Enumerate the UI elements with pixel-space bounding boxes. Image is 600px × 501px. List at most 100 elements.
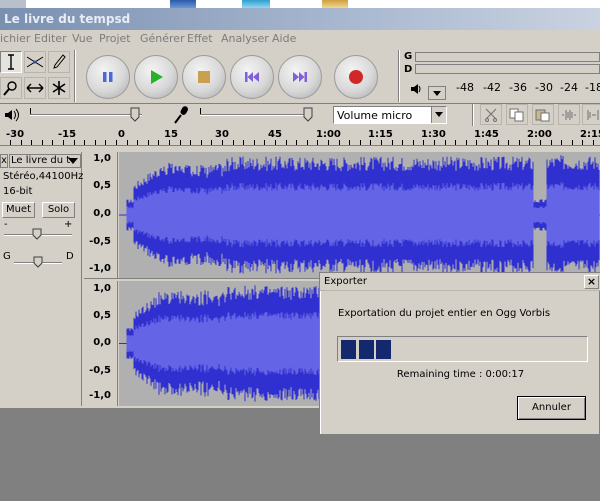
ruler-tick [508, 140, 509, 145]
paste-button[interactable] [532, 104, 554, 125]
ruler-tick [275, 140, 276, 145]
cut-button[interactable] [480, 104, 502, 125]
ruler-tick [466, 140, 467, 145]
double-arrow-icon [26, 83, 44, 93]
dialog-close-button[interactable]: × [584, 275, 599, 289]
ruler-label: 45 [268, 129, 282, 140]
vertical-scale-top: 1,0 0,5 0,0 -0,5 -1,0 [84, 152, 118, 278]
desktop-icon[interactable] [170, 0, 196, 8]
skip-to-start-button[interactable] [230, 55, 274, 99]
track-close-button[interactable]: x [0, 154, 8, 168]
ruler-tick [148, 140, 149, 145]
ruler-tick [487, 140, 488, 145]
ruler-tick [74, 140, 75, 145]
ruler-tick [243, 140, 244, 145]
pause-button[interactable] [86, 55, 130, 99]
track-bit-depth: 16-bit [3, 186, 33, 197]
cancel-button[interactable]: Annuler [517, 396, 586, 420]
ruler-tick [42, 140, 43, 145]
menu-analyze[interactable]: Analyser [221, 32, 269, 45]
menu-bar: ichier Editer Vue Projet Générer Effet A… [0, 30, 600, 48]
desktop-strip [0, 0, 600, 8]
ruler-tick [498, 140, 499, 145]
ruler-label: 0 [118, 129, 125, 140]
scale-label: -1,0 [89, 390, 111, 401]
menu-file[interactable]: ichier [0, 32, 30, 45]
slider-tick [30, 108, 31, 114]
dialog-title: Exporter [324, 276, 367, 287]
silence-button[interactable] [582, 104, 600, 125]
menu-generate[interactable]: Générer [140, 32, 185, 45]
track-name: Le livre du t [11, 155, 71, 166]
desktop-icon[interactable] [322, 0, 348, 8]
menu-project[interactable]: Projet [99, 32, 131, 45]
play-button[interactable] [134, 55, 178, 99]
toolbar-separator [74, 50, 76, 102]
ruler-tick [10, 140, 11, 145]
timeshift-tool-button[interactable] [24, 77, 46, 99]
stop-button[interactable] [182, 55, 226, 99]
pause-icon [103, 72, 113, 82]
draw-tool-button[interactable] [48, 51, 70, 73]
gain-slider[interactable] [32, 228, 42, 240]
output-volume-slider[interactable] [130, 107, 140, 122]
microphone-icon [174, 106, 188, 124]
desktop-icon[interactable] [0, 0, 26, 8]
output-volume-track [30, 114, 142, 116]
input-source-value: Volume micro [337, 109, 413, 122]
envelope-tool-button[interactable] [24, 51, 46, 73]
menu-view[interactable]: Vue [72, 32, 93, 45]
desktop-icon[interactable] [242, 0, 270, 8]
ruler-tick [455, 140, 456, 145]
track-menu-button[interactable]: Le livre du t [9, 154, 81, 168]
ruler-tick [529, 140, 530, 145]
ruler-tick [551, 140, 552, 145]
ruler-tick [360, 140, 361, 145]
scissors-icon [485, 108, 497, 122]
ruler-tick [105, 140, 106, 145]
ruler-tick [116, 140, 117, 145]
input-source-select[interactable]: Volume micro [333, 106, 447, 124]
ruler-tick [307, 140, 308, 145]
menu-edit[interactable]: Editer [34, 32, 67, 45]
trim-button[interactable] [558, 104, 580, 125]
meter-options-button[interactable] [428, 86, 446, 100]
ruler-label: 2:15 [580, 129, 600, 140]
record-icon [349, 70, 363, 84]
mute-button[interactable]: Muet [2, 202, 35, 218]
scale-label: 0,5 [93, 180, 111, 191]
gain-minus-label: - [4, 219, 8, 230]
multi-tool-button[interactable] [48, 77, 70, 99]
vertical-scale-bottom: 1,0 0,5 0,0 -0,5 -1,0 [84, 281, 118, 406]
timeline-ruler[interactable]: -30 -15 0 15 30 45 1:00 1:15 1:30 1:45 2… [0, 128, 600, 146]
ruler-tick [211, 140, 212, 145]
ruler-label: -30 [6, 129, 25, 140]
dropdown-button[interactable] [431, 107, 446, 123]
scale-label: 1,0 [93, 153, 111, 164]
dialog-titlebar[interactable]: Exporter [320, 273, 600, 291]
paste-icon [535, 109, 550, 121]
meter-channel-d: D [404, 64, 413, 75]
ruler-tick [328, 140, 329, 145]
ruler-tick [95, 140, 96, 145]
ruler-tick [561, 140, 562, 145]
scale-label: 1,0 [93, 283, 111, 294]
window-titlebar[interactable]: Le livre du tempsd [0, 8, 600, 30]
selection-tool-button[interactable] [0, 51, 22, 73]
zoom-tool-button[interactable] [0, 77, 22, 99]
menu-effect[interactable]: Effet [187, 32, 213, 45]
record-button[interactable] [334, 55, 378, 99]
close-icon: x [1, 155, 7, 166]
ruler-label: 15 [164, 129, 178, 140]
copy-button[interactable] [506, 104, 528, 125]
input-volume-slider[interactable] [303, 107, 313, 122]
waveform-channel-left[interactable] [119, 152, 600, 278]
slider-thumb-icon [33, 256, 43, 268]
solo-button[interactable]: Solo [42, 202, 75, 218]
close-icon: × [586, 275, 597, 288]
progress-block [358, 340, 374, 359]
skip-to-end-button[interactable] [278, 55, 322, 99]
menu-help[interactable]: Aide [272, 32, 296, 45]
pan-slider[interactable] [33, 256, 43, 268]
export-message: Exportation du projet entier en Ogg Vorb… [338, 308, 551, 319]
